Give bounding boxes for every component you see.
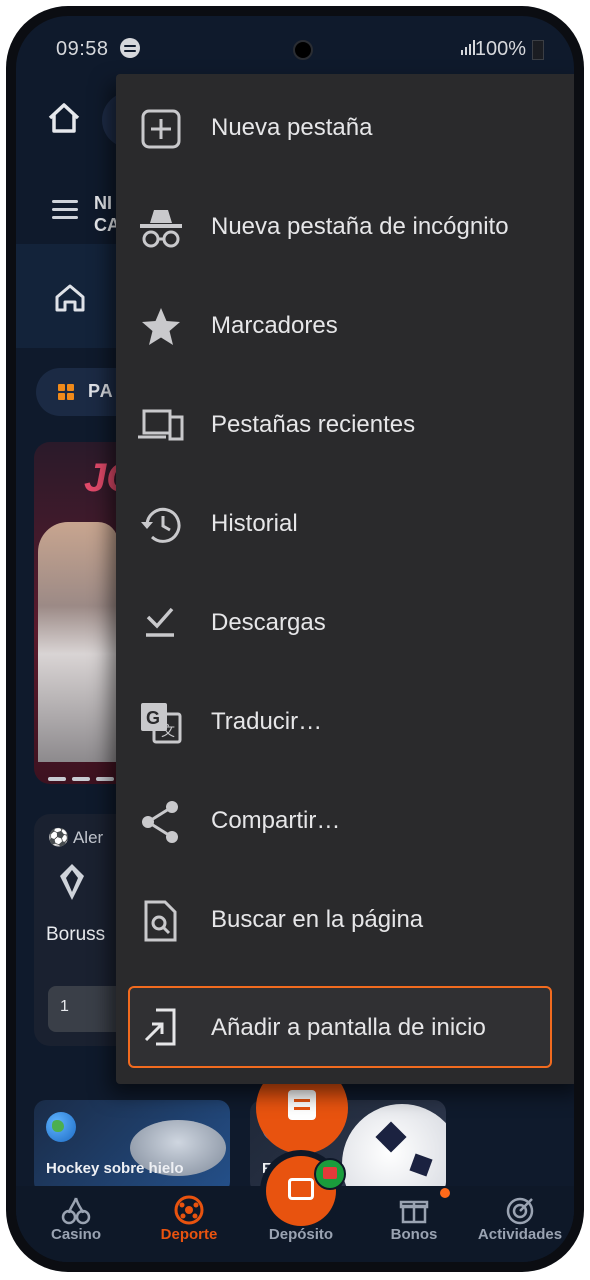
- status-bar: 09:58 100%: [16, 16, 574, 76]
- globe-icon: [46, 1112, 76, 1142]
- screen: 09:58 100% NI CA PA JO ⚽ Aler Boruss 1 H…: [16, 16, 574, 1262]
- cherries-icon[interactable]: [60, 1194, 92, 1226]
- history-icon: [138, 502, 184, 548]
- gift-badge-icon: [314, 1158, 346, 1190]
- share-icon: [138, 799, 184, 845]
- add-to-home-icon: [140, 1004, 186, 1050]
- carousel-dots[interactable]: [48, 768, 120, 784]
- menu-item-history[interactable]: Historial: [116, 480, 574, 570]
- nav-casino[interactable]: Casino: [26, 1226, 126, 1243]
- incognito-icon: [138, 205, 184, 251]
- menu-item-label: Compartir…: [211, 807, 341, 834]
- menu-item-add-to-home[interactable]: Añadir a pantalla de inicio: [128, 986, 552, 1068]
- wallet-icon: [288, 1178, 314, 1200]
- menu-item-translate[interactable]: G文 Traducir…: [116, 678, 574, 768]
- team-crest-icon: [58, 862, 86, 902]
- svg-text:文: 文: [161, 723, 175, 739]
- front-camera: [293, 40, 313, 60]
- browser-overflow-menu: Nueva pestaña Nueva pestaña de incógnito…: [116, 74, 574, 1084]
- nav-deporte[interactable]: Deporte: [139, 1226, 239, 1243]
- phone-frame: 09:58 100% NI CA PA JO ⚽ Aler Boruss 1 H…: [6, 6, 584, 1272]
- nav-bonos[interactable]: Bonos: [364, 1226, 464, 1243]
- nav-actividades[interactable]: Actividades: [470, 1226, 570, 1243]
- menu-item-label: Descargas: [211, 609, 326, 636]
- hamburger-menu-icon[interactable]: [52, 200, 78, 220]
- target-icon[interactable]: [504, 1194, 536, 1226]
- home-icon[interactable]: [44, 98, 84, 138]
- menu-item-label: Traducir…: [211, 708, 323, 735]
- menu-item-label: Nueva pestaña: [211, 114, 373, 141]
- site-home-icon[interactable]: [50, 278, 90, 318]
- category-pill-label: PA: [88, 381, 114, 401]
- menu-item-label: Pestañas recientes: [211, 411, 416, 438]
- menu-item-incognito[interactable]: Nueva pestaña de incógnito: [116, 183, 574, 273]
- nav-deposito[interactable]: Depósito: [251, 1226, 351, 1243]
- status-time: 09:58: [56, 38, 109, 60]
- menu-item-downloads[interactable]: Descargas: [116, 579, 574, 669]
- new-tab-icon: [138, 106, 184, 152]
- soccer-ball-icon[interactable]: [173, 1194, 205, 1226]
- menu-item-find-in-page[interactable]: Buscar en la página: [116, 876, 574, 966]
- odd-label: 1: [60, 998, 69, 1015]
- menu-item-label: Marcadores: [211, 312, 338, 339]
- sport-tile-hockey[interactable]: Hockey sobre hielo: [34, 1100, 230, 1194]
- league-label: ⚽ Aler: [48, 828, 104, 847]
- menu-item-new-tab[interactable]: Nueva pestaña: [116, 84, 574, 174]
- menu-item-label: Buscar en la página: [211, 906, 424, 933]
- battery-level: 100%: [474, 38, 526, 60]
- menu-item-recent-tabs[interactable]: Pestañas recientes: [116, 381, 574, 471]
- spotify-icon: [120, 38, 140, 58]
- svg-text:G: G: [146, 708, 160, 728]
- ball-image: [342, 1104, 446, 1194]
- banner-image: [38, 522, 118, 762]
- battery-icon: [532, 40, 544, 60]
- sport-tile-label: Hockey sobre hielo: [46, 1160, 184, 1177]
- find-in-page-icon: [138, 898, 184, 944]
- menu-item-share[interactable]: Compartir…: [116, 777, 574, 867]
- download-icon: [138, 601, 184, 647]
- star-icon: [138, 304, 184, 350]
- menu-item-label: Historial: [211, 510, 298, 537]
- menu-item-label: Añadir a pantalla de inicio: [211, 1014, 486, 1041]
- notification-dot: [440, 1188, 450, 1198]
- grid-icon: [58, 384, 74, 400]
- translate-icon: G文: [138, 700, 184, 746]
- menu-item-label: Nueva pestaña de incógnito: [211, 213, 509, 240]
- menu-item-bookmarks[interactable]: Marcadores: [116, 282, 574, 372]
- devices-icon: [138, 403, 184, 449]
- betslip-icon: [288, 1090, 316, 1120]
- team-name: Boruss: [46, 924, 106, 945]
- gift-icon[interactable]: [398, 1194, 430, 1226]
